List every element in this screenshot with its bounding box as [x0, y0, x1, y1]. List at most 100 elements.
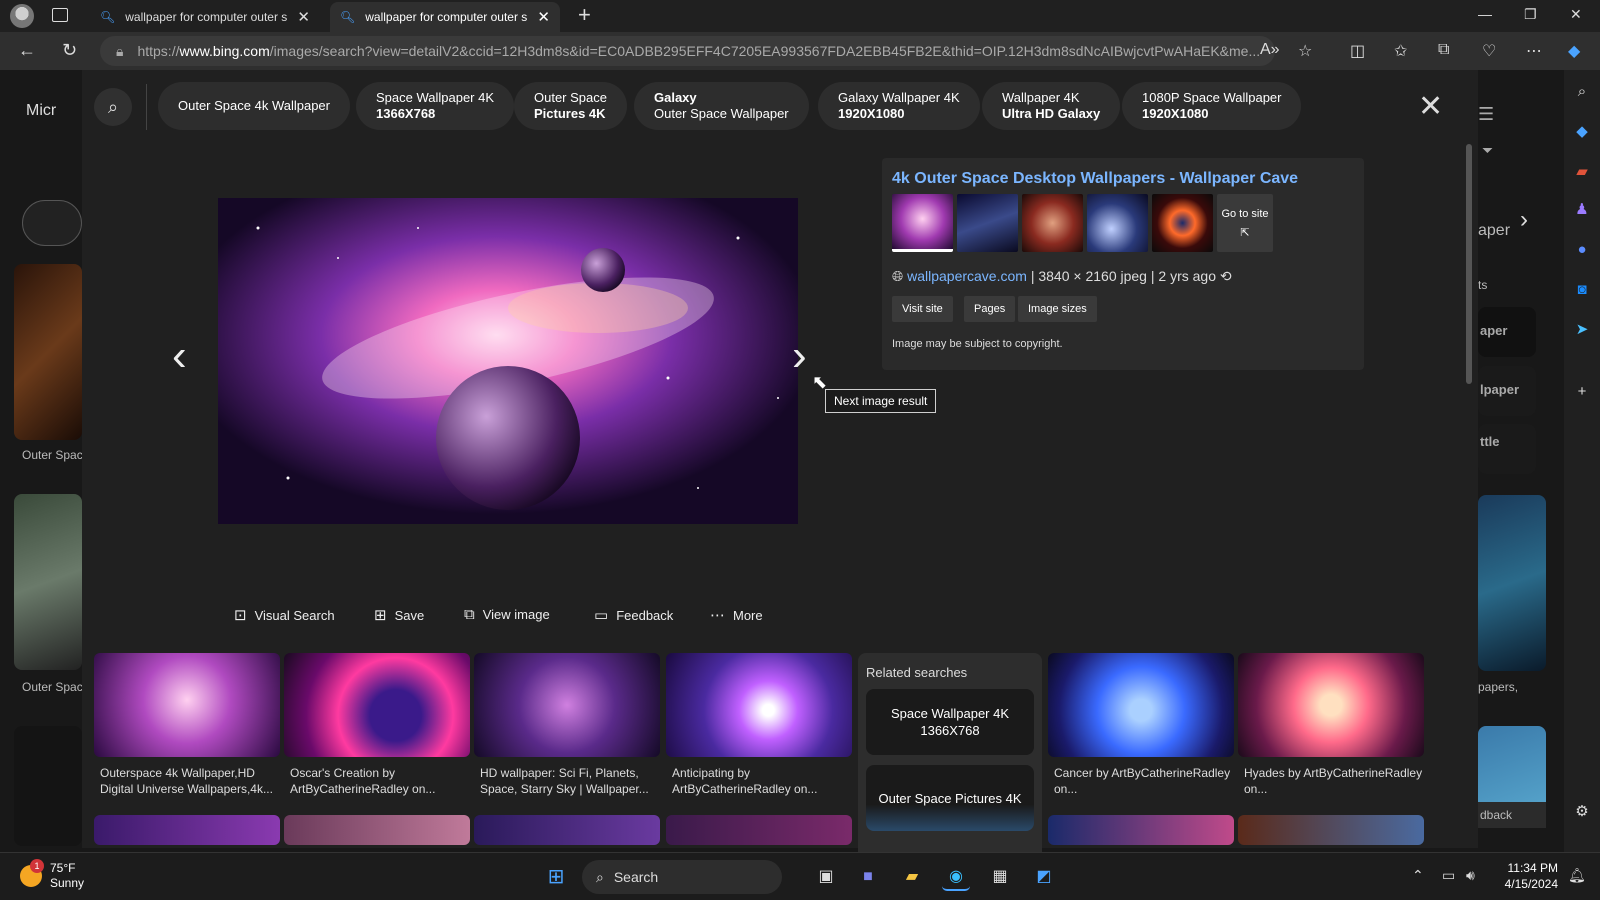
related-search-card[interactable]: Space Wallpaper 4K 1366X768	[866, 689, 1034, 755]
source-domain-link[interactable]: wallpapercave.com	[907, 268, 1027, 284]
system-clock[interactable]: 11:34 PM 4/15/2024	[1500, 860, 1558, 892]
browser-essentials-icon[interactable]: ♡	[1482, 41, 1496, 61]
file-explorer-icon[interactable]: ▰	[898, 863, 926, 891]
favorites-icon[interactable]: ✩	[1394, 41, 1407, 61]
visual-search-button[interactable]: ⊡ Visual Search	[234, 606, 335, 624]
task-view-icon[interactable]: ▣	[812, 863, 840, 891]
weather-widget[interactable]: 1 75°F Sunny	[20, 859, 84, 891]
visit-site-button[interactable]: Visit site	[892, 296, 953, 322]
overlay-search-icon[interactable]: ⌕	[94, 88, 132, 126]
notifications-icon[interactable]: 🔔︎	[1568, 867, 1586, 884]
tab-actions-icon[interactable]	[52, 8, 68, 22]
read-aloud-icon[interactable]: A»	[1260, 41, 1280, 59]
sidebar-tools-icon[interactable]: ▰	[1572, 162, 1592, 182]
related-chip[interactable]: Outer Space Pictures 4K	[514, 82, 627, 130]
grid-item-partial[interactable]	[474, 815, 660, 845]
hamburger-menu-icon[interactable]: ☰	[1478, 104, 1494, 125]
split-screen-icon[interactable]: ◫	[1350, 41, 1365, 61]
windows-start-icon[interactable]: ⊞	[542, 863, 570, 891]
more-button[interactable]: ⋯ More	[710, 606, 763, 624]
network-icon[interactable]: ▭	[1442, 867, 1455, 884]
image-sizes-button[interactable]: Image sizes	[1018, 296, 1097, 322]
sidebar-games-icon[interactable]: ♟	[1572, 200, 1592, 220]
tray-overflow-icon[interactable]: ⌃	[1412, 867, 1424, 884]
pages-button[interactable]: Pages	[964, 296, 1016, 322]
minimize-icon[interactable]: —	[1478, 6, 1492, 22]
sidebar-search-icon[interactable]: ⌕	[1572, 82, 1592, 102]
background-right-card[interactable]: aper	[1478, 307, 1536, 357]
background-thumb[interactable]	[14, 726, 82, 846]
grid-item[interactable]: Oscar's Creation by ArtByCatherineRadley…	[284, 653, 470, 797]
background-thumb[interactable]	[1478, 495, 1546, 671]
profile-avatar[interactable]	[10, 4, 34, 28]
sidebar-outlook-icon[interactable]: ◙	[1572, 280, 1592, 300]
grid-item-partial[interactable]	[94, 815, 280, 845]
related-chip[interactable]: Galaxy Outer Space Wallpaper	[634, 82, 809, 130]
overlay-scrollbar[interactable]	[1466, 144, 1472, 384]
browser-tab-2[interactable]: 🔍︎ wallpaper for computer outer sp ✕	[330, 2, 560, 32]
sidebar-add-icon[interactable]: +	[1572, 382, 1592, 402]
grid-item[interactable]: Outerspace 4k Wallpaper,HD Digital Unive…	[94, 653, 280, 797]
view-image-button[interactable]: ⧉ View image	[464, 606, 550, 623]
maximize-icon[interactable]: ❐	[1524, 6, 1537, 23]
close-overlay-icon[interactable]: ✕	[1418, 92, 1443, 122]
related-pill[interactable]	[22, 200, 82, 246]
source-thumb[interactable]	[1152, 194, 1213, 252]
copilot-icon[interactable]: ◆	[1568, 41, 1580, 61]
edge-icon[interactable]: ◉	[942, 863, 970, 891]
back-icon[interactable]: ←	[18, 40, 36, 61]
photos-icon[interactable]: ◩	[1030, 863, 1058, 891]
related-chip[interactable]: Galaxy Wallpaper 4K 1920X1080	[818, 82, 980, 130]
grid-item[interactable]: Anticipating by ArtByCatherineRadley on.…	[666, 653, 852, 797]
teams-icon[interactable]: ■	[854, 863, 882, 891]
source-thumb[interactable]	[1022, 194, 1083, 252]
source-thumb[interactable]	[892, 194, 953, 252]
source-title-link[interactable]: 4k Outer Space Desktop Wallpapers - Wall…	[892, 170, 1298, 188]
sidebar-settings-icon[interactable]: ⚙	[1572, 802, 1592, 822]
sidebar-shopping-icon[interactable]: ◆	[1572, 122, 1592, 142]
grid-item[interactable]: Cancer by ArtByCatherineRadley on...	[1048, 653, 1234, 797]
favorite-star-icon[interactable]: ☆	[1298, 41, 1312, 61]
main-image[interactable]	[218, 198, 798, 524]
chevron-right-icon[interactable]: ›	[1520, 206, 1528, 234]
sidebar-copilot-icon[interactable]: ●	[1572, 240, 1592, 260]
microsoft-store-icon[interactable]: ▦	[986, 863, 1014, 891]
related-search-card[interactable]: Outer Space Pictures 4K	[866, 765, 1034, 831]
grid-item-partial[interactable]	[666, 815, 852, 845]
browser-tab-1[interactable]: 🔍︎ wallpaper for computer outer sp ✕	[90, 2, 320, 32]
background-thumb[interactable]	[14, 264, 82, 440]
source-thumb[interactable]	[957, 194, 1018, 252]
url-field[interactable]: 🔒︎ https://www.bing.com/images/search?vi…	[100, 36, 1275, 66]
grid-item-partial[interactable]	[1238, 815, 1424, 845]
related-chip[interactable]: 1080P Space Wallpaper 1920X1080	[1122, 82, 1302, 130]
sidebar-drop-icon[interactable]: ➤	[1572, 320, 1592, 340]
related-chip[interactable]: Outer Space 4k Wallpaper	[158, 82, 350, 130]
related-chip[interactable]: Wallpaper 4K Ultra HD Galaxy	[982, 82, 1121, 130]
close-window-icon[interactable]: ✕	[1570, 6, 1582, 23]
previous-image-arrow[interactable]: ‹	[172, 334, 187, 378]
save-button[interactable]: ⊞ Save	[374, 606, 424, 624]
refresh-icon[interactable]: ↻	[62, 40, 77, 61]
taskbar-search[interactable]: ⌕ Search	[582, 860, 782, 894]
go-to-site-button[interactable]: Go to site ⇱	[1217, 194, 1273, 252]
collections-icon[interactable]: ⧉	[1438, 41, 1449, 59]
grid-item-partial[interactable]	[1048, 815, 1234, 845]
close-tab-icon[interactable]: ✕	[297, 8, 310, 26]
grid-item[interactable]: Hyades by ArtByCatherineRadley on...	[1238, 653, 1424, 797]
filter-icon[interactable]: ⏷	[1482, 142, 1493, 159]
grid-item-partial[interactable]	[284, 815, 470, 845]
source-thumb[interactable]	[1087, 194, 1148, 252]
close-tab-icon[interactable]: ✕	[537, 8, 550, 26]
grid-item[interactable]: HD wallpaper: Sci Fi, Planets, Space, St…	[474, 653, 660, 797]
feedback-button[interactable]: ▭ Feedback	[594, 606, 673, 624]
feedback-button[interactable]: dback	[1478, 802, 1546, 828]
globe-icon: 🌐︎	[892, 268, 904, 284]
background-thumb[interactable]	[14, 494, 82, 670]
related-chip[interactable]: Space Wallpaper 4K 1366X768	[356, 82, 515, 130]
new-tab-button[interactable]: +	[578, 2, 591, 28]
next-image-arrow[interactable]: ›	[792, 334, 807, 378]
background-right-card[interactable]: lpaper	[1478, 366, 1536, 416]
volume-icon[interactable]: 🔊︎	[1466, 867, 1475, 884]
settings-more-icon[interactable]: ⋯	[1526, 41, 1542, 61]
background-right-card[interactable]: ttle	[1478, 424, 1536, 474]
